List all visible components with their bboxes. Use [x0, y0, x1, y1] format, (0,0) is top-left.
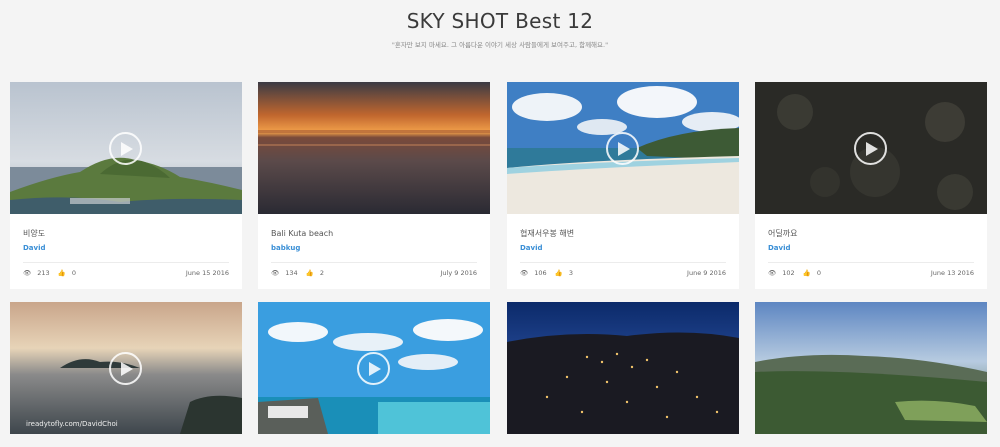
card-divider — [768, 262, 974, 263]
card-author[interactable]: David — [520, 243, 726, 253]
card-divider — [271, 262, 477, 263]
sunset-beach-image — [258, 82, 490, 214]
card-title[interactable]: 협재서우봉 해변 — [520, 228, 726, 240]
video-card[interactable] — [755, 302, 987, 434]
video-thumbnail[interactable] — [258, 82, 490, 214]
card-meta: 👁 134 👍 2 July 9 2016 — [271, 269, 477, 278]
video-card[interactable]: ireadytofly.com/DavidChoi — [10, 302, 242, 434]
card-title[interactable]: 어딜까요 — [768, 228, 974, 240]
likes-count: 0 — [71, 269, 76, 277]
card-date: June 9 2016 — [687, 269, 726, 277]
video-thumbnail[interactable] — [507, 302, 739, 434]
card-meta: 👁 102 👍 0 June 13 2016 — [768, 269, 974, 278]
play-icon[interactable] — [854, 132, 887, 165]
card-meta: 👁 106 👍 3 June 9 2016 — [520, 269, 726, 278]
video-thumbnail[interactable] — [507, 82, 739, 214]
views-count: 134 — [285, 269, 298, 277]
card-title[interactable]: 비양도 — [23, 228, 229, 240]
page-title: SKY SHOT Best 12 — [406, 9, 594, 33]
thumbs-up-icon[interactable]: 👍 — [555, 269, 563, 277]
video-card[interactable]: 협재서우봉 해변 David 👁 106 👍 3 June 9 2016 — [507, 82, 739, 289]
thumbs-up-icon[interactable]: 👍 — [306, 269, 314, 277]
likes-count: 2 — [319, 269, 324, 277]
card-info: Bali Kuta beach babkug 👁 134 👍 2 July 9 20… — [258, 214, 490, 289]
mountain-forest-image — [755, 302, 987, 434]
video-thumbnail[interactable] — [258, 302, 490, 434]
views-count: 102 — [782, 269, 795, 277]
video-thumbnail[interactable]: ireadytofly.com/DavidChoi — [10, 302, 242, 434]
card-meta: 👁 213 👍 0 June 15 2016 — [23, 269, 229, 278]
video-card[interactable]: 어딜까요 David 👁 102 👍 0 June 13 2016 — [755, 82, 987, 289]
video-thumbnail[interactable] — [755, 302, 987, 434]
card-date: June 13 2016 — [930, 269, 974, 277]
eye-icon: 👁 — [23, 269, 32, 277]
play-icon[interactable] — [109, 352, 142, 385]
page-header: SKY SHOT Best 12 "혼자만 보지 마세요. 그 아름다운 이야기… — [0, 8, 1000, 49]
likes-count: 0 — [816, 269, 821, 277]
card-author[interactable]: babkug — [271, 243, 477, 253]
card-info: 비양도 David 👁 213 👍 0 June 15 2016 — [10, 214, 242, 289]
card-title[interactable]: Bali Kuta beach — [271, 228, 477, 240]
eye-icon: 👁 — [271, 269, 280, 277]
card-info: 협재서우봉 해변 David 👁 106 👍 3 June 9 2016 — [507, 214, 739, 289]
views-count: 213 — [37, 269, 50, 277]
video-card[interactable] — [507, 302, 739, 434]
eye-icon: 👁 — [768, 269, 777, 277]
views-count: 106 — [534, 269, 547, 277]
card-date: June 15 2016 — [185, 269, 229, 277]
video-card[interactable] — [258, 302, 490, 434]
likes-count: 3 — [568, 269, 573, 277]
card-divider — [23, 262, 229, 263]
card-author[interactable]: David — [23, 243, 229, 253]
card-date: July 9 2016 — [440, 269, 478, 277]
night-town-image — [507, 302, 739, 434]
video-card[interactable]: 비양도 David 👁 213 👍 0 June 15 2016 — [10, 82, 242, 289]
video-card[interactable]: Bali Kuta beach babkug 👁 134 👍 2 July 9 20… — [258, 82, 490, 289]
watermark-text: ireadytofly.com/DavidChoi — [26, 420, 118, 428]
thumbs-up-icon[interactable]: 👍 — [803, 269, 811, 277]
card-divider — [520, 262, 726, 263]
eye-icon: 👁 — [520, 269, 529, 277]
play-icon[interactable] — [109, 132, 142, 165]
card-author[interactable]: David — [768, 243, 974, 253]
play-icon[interactable] — [606, 132, 639, 165]
thumbs-up-icon[interactable]: 👍 — [58, 269, 66, 277]
video-thumbnail[interactable] — [755, 82, 987, 214]
card-info: 어딜까요 David 👁 102 👍 0 June 13 2016 — [755, 214, 987, 289]
video-thumbnail[interactable] — [10, 82, 242, 214]
play-icon[interactable] — [357, 352, 390, 385]
page-subtitle: "혼자만 보지 마세요. 그 아름다운 이야기 세상 사람들에게 보여주고, 함… — [391, 41, 609, 49]
